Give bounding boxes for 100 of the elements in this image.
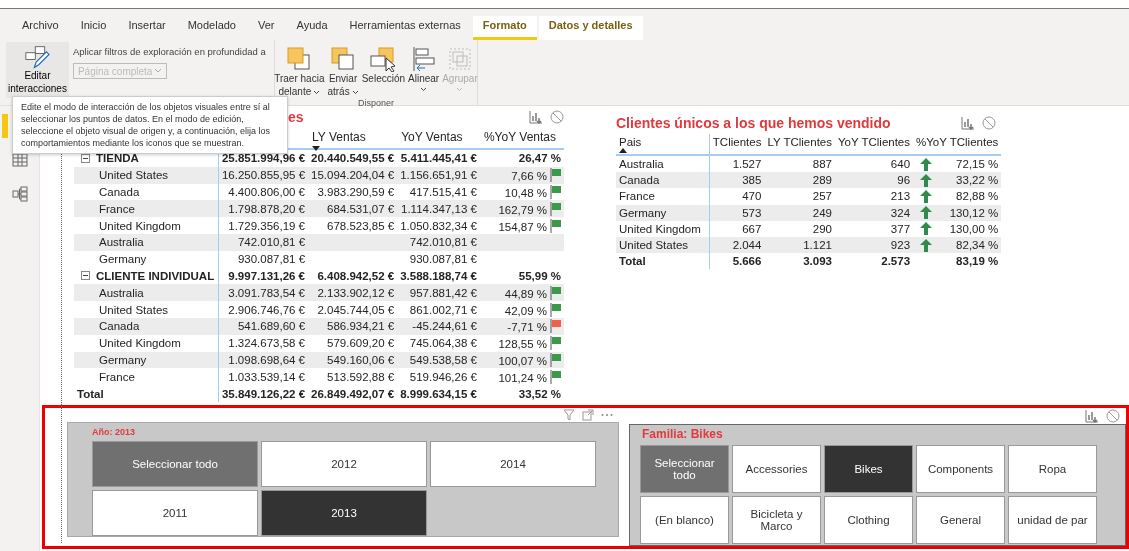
table-cell: 130,00 % <box>949 222 999 235</box>
table-cell: 16.250.855,95 € <box>221 169 306 182</box>
table-cell: 44,89 % <box>504 287 547 300</box>
table-cell: Australia <box>619 158 664 171</box>
table-cell: 257 <box>812 190 832 203</box>
table-cell: 96 <box>897 174 911 187</box>
row-label: Australia <box>99 286 144 299</box>
table-cell: 640 <box>890 158 911 171</box>
table-cell: 579.609,20 € <box>327 337 395 350</box>
table-cell: 887 <box>812 158 832 171</box>
group-label: TIENDA <box>96 152 139 165</box>
table-cell: Total <box>619 255 646 268</box>
group-label: CLIENTE INDIVIDUAL <box>96 269 215 282</box>
table-cell: France <box>619 190 655 203</box>
table-cell: 249 <box>812 206 832 219</box>
table-cell: 7,66 % <box>511 170 547 183</box>
row-label: Germany <box>99 253 147 266</box>
table-cell: 1.527 <box>732 158 762 171</box>
table-cell: 25.851.994,96 € <box>221 152 306 165</box>
row-label: France <box>99 202 135 215</box>
row-label: United States <box>99 169 169 182</box>
table-cell: 130,12 % <box>949 206 999 219</box>
table-cell: 957.881,42 € <box>409 286 477 299</box>
row-label: Canada <box>99 320 140 333</box>
row-label: United States <box>99 303 169 316</box>
table-cell: 573 <box>742 206 762 219</box>
table-cell: 1.324.673,58 € <box>228 337 306 350</box>
row-label: Australia <box>99 236 144 249</box>
table-cell: 541.689,60 € <box>237 320 306 333</box>
table-cell: 128,55 % <box>498 338 547 351</box>
slicer-title: Familia: Bikes <box>642 427 724 441</box>
table-cell: 83,19 % <box>956 255 999 268</box>
table-cell: 385 <box>742 174 762 187</box>
table-cell: 3.091.783,54 € <box>228 286 306 299</box>
table-cell: 667 <box>742 222 762 235</box>
table-cell: 33,52 % <box>518 387 561 400</box>
table-cell: 684.531,07 € <box>327 202 395 215</box>
row-label: United Kingdom <box>99 337 181 350</box>
drill-filter-label: Aplicar filtros de exploración en profundidad a <box>72 46 266 57</box>
table-cell: -7,71 % <box>507 321 547 334</box>
table-cell: 35.849.126,22 € <box>221 387 306 400</box>
table-cell: 324 <box>890 206 911 219</box>
table-cell: 678.523,85 € <box>327 219 395 232</box>
table-cell: 1.050.832,34 € <box>400 219 477 232</box>
table-cell: 1.798.878,20 € <box>228 202 306 215</box>
table-cell: 213 <box>890 190 911 203</box>
table-cell: 4.400.806,00 € <box>228 186 306 198</box>
table-cell: 513.592,88 € <box>327 370 395 383</box>
table-cell: 417.515,41 € <box>409 186 477 198</box>
table-cell: 923 <box>890 239 911 252</box>
table-cell: 2.573 <box>881 255 911 268</box>
table-cell: 5.411.445,41 € <box>400 152 477 165</box>
table-cell: 519.946,26 € <box>409 370 477 383</box>
visual-title: es <box>288 109 304 125</box>
table-cell: 162,79 % <box>498 203 547 216</box>
table-cell: Germany <box>619 206 667 219</box>
table-cell: 10,48 % <box>504 187 547 199</box>
table-cell: 289 <box>812 174 832 187</box>
table-cell: 549.538,58 € <box>409 353 477 366</box>
row-label: Germany <box>99 353 147 366</box>
table-cell: 101,24 % <box>498 371 547 384</box>
table-cell: 33,22 % <box>956 174 999 187</box>
table-cell: 930.087,81 € <box>237 253 306 266</box>
table-cell: 742.010,81 € <box>409 236 477 249</box>
row-label: France <box>99 370 135 383</box>
row-label: Canada <box>99 186 140 198</box>
table-cell: 1.121 <box>803 239 832 252</box>
table-cell: 82,88 % <box>956 190 999 203</box>
table-cell: 1.729.356,19 € <box>228 219 306 232</box>
table-cell: 3.588.188,74 € <box>400 269 477 282</box>
table-cell: 3.983.290,59 € <box>317 186 395 198</box>
table-cell: 26.849.492,07 € <box>311 387 395 400</box>
table-cell: 290 <box>812 222 832 235</box>
table-cell: 745.064,38 € <box>409 337 477 350</box>
table-cell: 154,87 % <box>498 220 547 233</box>
total-label: Total <box>77 387 104 400</box>
tooltip: Edite el modo de interacción de los objetos visuales entre sí al seleccionar los puntos de datos. En el modo de edición, seleccione el objeto visual de origen y, a continuación, elija los comportamientos mediante los iconos que se muestran. <box>12 96 288 154</box>
table-cell: 1.033.539,14 € <box>228 370 306 383</box>
group-label: Disponer <box>358 98 394 108</box>
table-cell: 1.098.698,64 € <box>228 353 306 366</box>
table-cell: 9.997.131,26 € <box>228 269 306 282</box>
table-cell: 2.044 <box>732 239 762 252</box>
table-cell: 377 <box>890 222 911 235</box>
table-cell: 100,07 % <box>498 354 547 367</box>
table-cell: 930.087,81 € <box>409 253 477 266</box>
table-cell: 8.999.634,15 € <box>400 387 477 400</box>
table-cell: 5.666 <box>732 255 762 268</box>
table-cell: 3.093 <box>803 255 832 268</box>
table-cell: 549.160,06 € <box>327 353 395 366</box>
table-cell: Canada <box>619 174 660 187</box>
slicer-title: Año: 2013 <box>92 427 136 437</box>
table-cell: 15.094.204,04 € <box>311 169 395 182</box>
table-cell: 6.408.942,52 € <box>317 269 395 282</box>
table-cell: 1.156.651,91 € <box>400 169 477 182</box>
visual-title: Clientes únicos a los que hemos vendido <box>616 115 891 131</box>
table-cell: 2.133.902,12 € <box>317 286 395 299</box>
row-label: United Kingdom <box>99 219 181 232</box>
table-cell: 42,09 % <box>504 304 547 317</box>
table-cell: 742.010,81 € <box>237 236 306 249</box>
table-cell: United States <box>619 239 689 252</box>
